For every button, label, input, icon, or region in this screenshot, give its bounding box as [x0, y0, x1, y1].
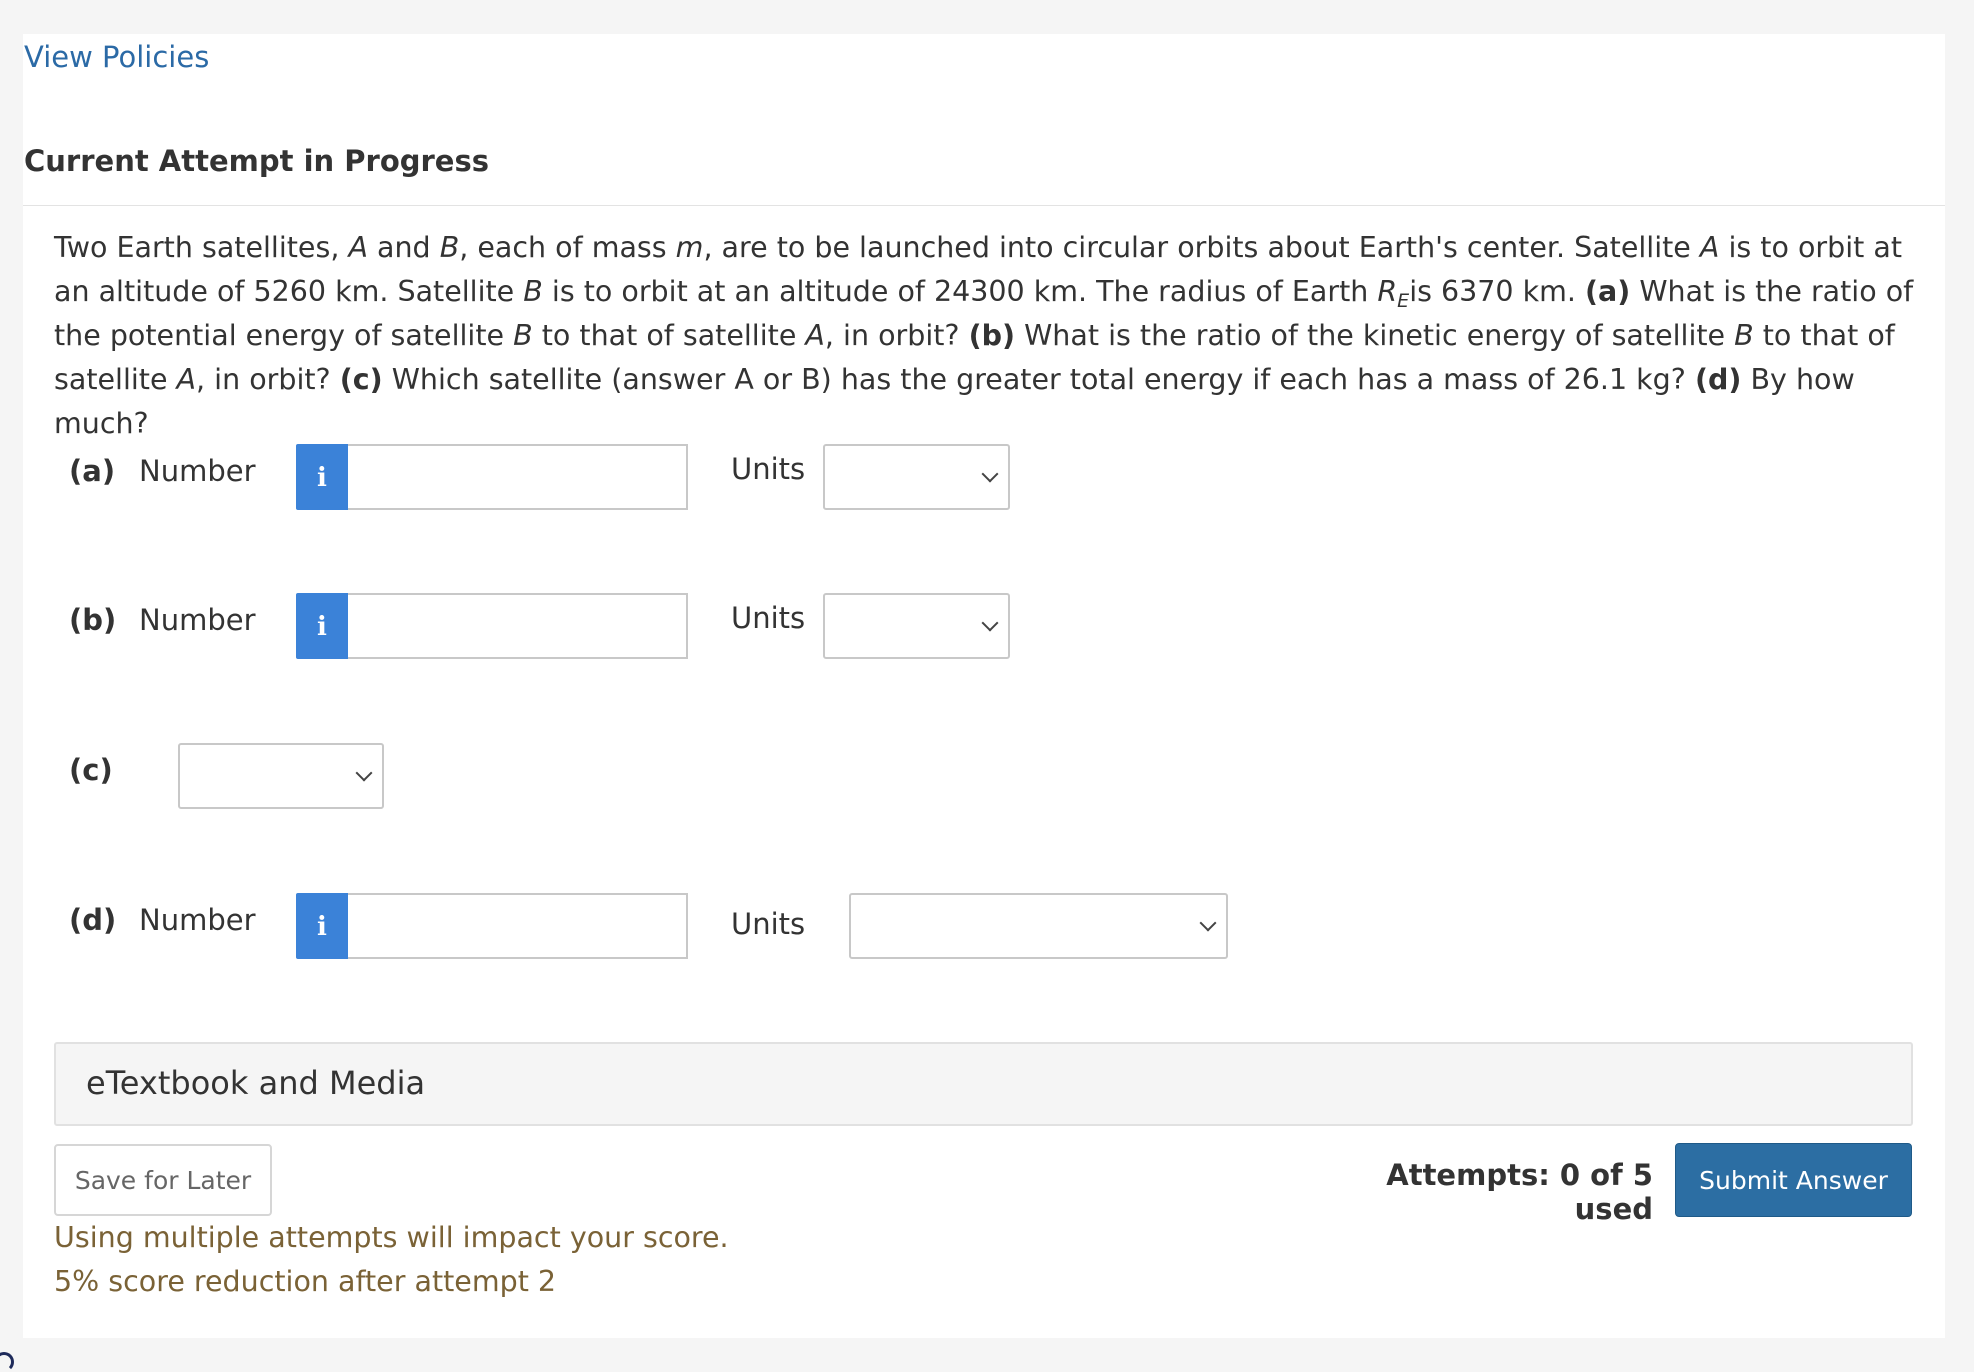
help-icon[interactable]: [0, 1352, 14, 1372]
etextbook-media-section[interactable]: eTextbook and Media: [54, 1042, 1913, 1126]
part-b-units-select[interactable]: [823, 593, 1010, 659]
part-d-number-label: Number: [139, 903, 256, 937]
part-d-label: (d): [69, 903, 117, 937]
chevron-down-icon: [355, 764, 373, 782]
etextbook-label: eTextbook and Media: [86, 1064, 426, 1102]
header-divider: [23, 205, 1945, 206]
assignment-panel: View Policies Current Attempt in Progres…: [23, 34, 1945, 1338]
part-d-info-icon[interactable]: i: [296, 893, 348, 959]
part-a-row: (a) Number i Units: [23, 444, 1945, 514]
current-attempt-title: Current Attempt in Progress: [24, 144, 489, 178]
part-a-label: (a): [69, 454, 116, 488]
attempts-counter: Attempts: 0 of 5 used: [1386, 1158, 1653, 1226]
part-c-answer-select[interactable]: [178, 743, 384, 809]
part-b-info-icon[interactable]: i: [296, 593, 348, 659]
chevron-down-icon: [981, 465, 999, 483]
part-a-info-icon[interactable]: i: [296, 444, 348, 510]
part-b-row: (b) Number i Units: [23, 593, 1945, 663]
score-reduction-note: 5% score reduction after attempt 2: [54, 1265, 557, 1298]
part-d-units-select[interactable]: [849, 893, 1228, 959]
view-policies-link[interactable]: View Policies: [24, 40, 209, 74]
chevron-down-icon: [1199, 914, 1217, 932]
part-d-row: (d) Number i Units: [23, 893, 1945, 963]
part-a-units-label: Units: [731, 452, 806, 486]
part-a-units-select[interactable]: [823, 444, 1010, 510]
part-c-label: (c): [69, 753, 113, 787]
part-c-row: (c): [23, 743, 1945, 813]
part-a-number-input[interactable]: [348, 444, 688, 510]
part-b-number-input[interactable]: [348, 593, 688, 659]
part-b-number-label: Number: [139, 603, 256, 637]
chevron-down-icon: [981, 614, 999, 632]
part-b-units-label: Units: [731, 601, 806, 635]
save-for-later-button[interactable]: Save for Later: [54, 1144, 272, 1216]
part-b-label: (b): [69, 603, 117, 637]
submit-answer-button[interactable]: Submit Answer: [1675, 1143, 1912, 1217]
question-text: Two Earth satellites, A and B, each of m…: [54, 231, 1914, 440]
part-d-units-label: Units: [731, 907, 806, 941]
part-d-number-input[interactable]: [348, 893, 688, 959]
attempts-warning: Using multiple attempts will impact your…: [54, 1221, 729, 1254]
part-a-number-label: Number: [139, 454, 256, 488]
